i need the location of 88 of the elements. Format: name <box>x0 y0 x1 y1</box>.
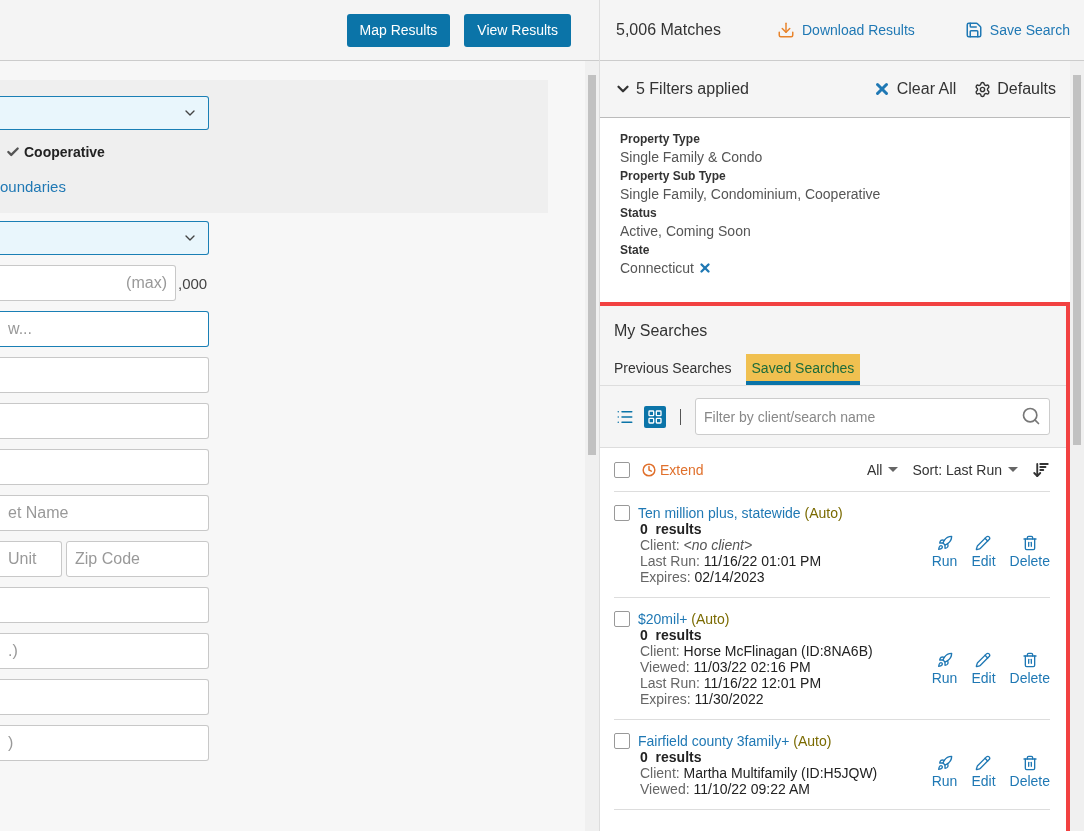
filter-label: Property Type <box>620 132 701 146</box>
edit-button[interactable]: Edit <box>971 652 996 686</box>
input-field[interactable]: et Name <box>0 495 209 531</box>
tab[interactable]: Saved Searches <box>745 354 861 385</box>
search-name-link[interactable]: $20mil+ (Auto) <box>638 611 924 627</box>
search-icon <box>1021 406 1041 426</box>
save-link[interactable]: Save Search <box>964 21 1070 39</box>
edit-button[interactable]: Edit <box>971 535 996 569</box>
input-field[interactable]: .) <box>0 633 209 669</box>
section-title: My Searches <box>613 321 709 340</box>
results-button[interactable]: Map Results <box>346 13 451 47</box>
input-field[interactable]: ) <box>0 725 209 761</box>
delete-button[interactable]: Delete <box>1009 755 1050 789</box>
select-field[interactable] <box>0 221 209 255</box>
defaults-button[interactable]: Defaults <box>974 80 1056 98</box>
delete-button[interactable]: Delete <box>1009 535 1050 569</box>
trash-icon <box>1021 755 1038 771</box>
pencil-icon <box>975 755 992 771</box>
pencil-icon <box>975 535 992 551</box>
search-detail: Client: Martha Multifamily (ID:H5JQW) <box>639 765 879 781</box>
settings-icon <box>974 80 992 98</box>
filter-dropdown[interactable]: All <box>866 461 899 478</box>
matches-count: 5,006 Matches <box>616 21 722 39</box>
save-icon <box>964 21 983 39</box>
input-field[interactable] <box>0 449 209 485</box>
download-link[interactable]: Download Results <box>777 21 915 39</box>
filter-value: Single Family, Condominium, Cooperative <box>620 186 882 202</box>
rocket-icon <box>936 535 953 551</box>
clock-icon <box>642 462 656 477</box>
filter-label: State <box>620 243 651 257</box>
filter-value: Single Family & Condo <box>620 149 764 165</box>
checkbox-label: Cooperative <box>24 144 105 160</box>
trash-icon <box>1021 535 1038 551</box>
input-field[interactable] <box>0 403 209 439</box>
search-detail: Last Run: 11/16/22 12:01 PM <box>639 675 823 691</box>
grid-view-button[interactable] <box>644 405 666 428</box>
checkbox[interactable] <box>614 505 630 521</box>
checkbox[interactable] <box>6 145 20 159</box>
results-count: 0 results <box>639 749 703 765</box>
input-field[interactable] <box>0 679 209 715</box>
caret-icon <box>888 467 899 472</box>
search-detail: Client: Horse McFlinagan (ID:8NA6B) <box>639 643 874 659</box>
run-button[interactable]: Run <box>931 652 958 686</box>
clear-button[interactable]: Clear All <box>872 80 957 98</box>
trash-icon <box>1021 652 1038 668</box>
filter-value: Active, Coming Soon <box>620 223 752 239</box>
search-name-link[interactable]: Ten million plus, statewide (Auto) <box>638 505 924 521</box>
input-field[interactable]: Zip Code <box>66 541 209 577</box>
rocket-icon <box>936 755 953 771</box>
results-count: 0 results <box>639 521 703 537</box>
input-field[interactable] <box>0 357 209 393</box>
caret-icon <box>1008 467 1018 472</box>
download-icon <box>777 21 795 39</box>
search-detail: Viewed: 11/10/22 09:22 AM <box>639 781 811 797</box>
filter-value: Connecticut <box>620 260 1050 276</box>
checkbox[interactable] <box>614 461 630 478</box>
sort-order-button[interactable] <box>1032 460 1050 479</box>
filters-toggle[interactable]: 5 Filters applied <box>614 80 855 98</box>
results-button[interactable]: View Results <box>464 13 571 47</box>
rocket-icon <box>936 652 953 668</box>
input-field[interactable] <box>0 587 209 623</box>
delete-button[interactable]: Delete <box>1009 652 1050 686</box>
input-field[interactable]: Unit <box>0 541 62 577</box>
search-name-link[interactable]: Fairfield county 3family+ (Auto) <box>638 733 924 749</box>
filter-label: Status <box>620 206 658 220</box>
search-detail: Expires: 02/14/2023 <box>639 569 766 585</box>
filter-label: Property Sub Type <box>620 169 727 183</box>
extend-button[interactable]: Extend <box>642 461 853 478</box>
tab[interactable]: Previous Searches <box>614 354 732 385</box>
input-field[interactable]: w... <box>0 311 209 347</box>
run-button[interactable]: Run <box>931 755 958 789</box>
edit-button[interactable]: Edit <box>971 755 996 789</box>
suffix-text: ,000 <box>178 274 208 292</box>
pencil-icon <box>975 652 992 668</box>
boundaries-link[interactable]: oundaries <box>0 174 548 195</box>
sort-dropdown[interactable]: Sort: Last Run <box>912 461 1018 478</box>
close-icon[interactable] <box>697 261 712 275</box>
select-field[interactable] <box>0 96 209 130</box>
search-detail: Client: <no client> <box>639 537 754 553</box>
checkbox[interactable] <box>614 611 630 627</box>
results-count: 0 results <box>639 627 703 643</box>
search-field[interactable]: Filter by client/search name <box>695 398 1050 435</box>
checkbox[interactable] <box>614 733 630 749</box>
search-detail: Viewed: 11/03/22 02:16 PM <box>639 659 812 675</box>
run-button[interactable]: Run <box>931 535 958 569</box>
search-detail: Expires: 11/30/2022 <box>639 691 765 707</box>
search-detail: Last Run: 11/16/22 01:01 PM <box>639 553 823 569</box>
input-field[interactable]: (max) <box>0 265 176 301</box>
